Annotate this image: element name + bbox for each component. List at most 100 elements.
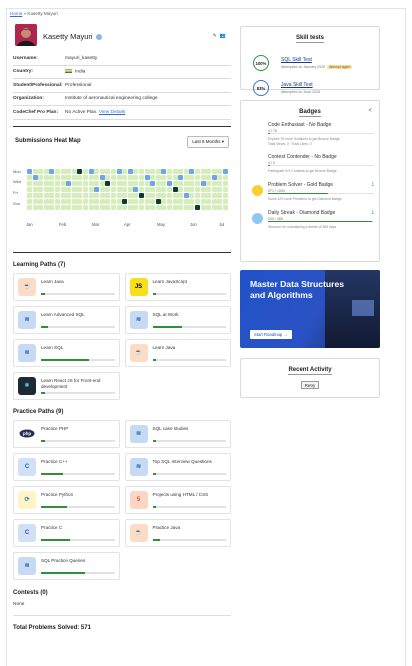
heatmap-cell [195, 192, 200, 198]
users-icon[interactable]: 👥 [220, 33, 229, 39]
heatmap-cell [200, 180, 206, 186]
day-label: Fri [13, 190, 18, 196]
badge-name: Contest Contender - No Badge [268, 154, 337, 160]
heatmap-cell [150, 180, 156, 186]
heatmap-cell [206, 192, 212, 198]
plan-status: No Active Plan. [65, 109, 98, 115]
heatmap-cell [116, 174, 122, 180]
path-card[interactable]: php Practice PHP [13, 419, 120, 448]
attempt-again-button[interactable]: Attempt again [327, 65, 353, 69]
heatmap-cell [167, 205, 172, 211]
path-label: SQL at Work [152, 311, 179, 317]
heatmap-cell [217, 205, 223, 211]
heatmap-cell [223, 174, 228, 180]
heatmap-cell [55, 205, 60, 211]
heatmap-cell [49, 205, 55, 211]
progress-bar [152, 538, 226, 541]
heatmap-cell [150, 186, 156, 192]
heatmap-cell [139, 168, 144, 174]
path-card[interactable]: ⚛ Learn React JS for Front-end developmen… [13, 371, 120, 400]
heatmap-cell [116, 180, 122, 186]
path-card[interactable]: ≋ SQL at Work [124, 305, 231, 334]
path-label: Practice Java [152, 524, 181, 530]
heatmap-cell [178, 168, 184, 174]
heatmap-cell [139, 186, 144, 192]
path-card[interactable]: ☕ Practice Java [124, 518, 231, 547]
heatmap-cell [55, 199, 60, 204]
heatmap-cell [55, 168, 60, 174]
info-row-student: Student/Professional: Professional [13, 79, 231, 93]
heatmap-cell [144, 174, 150, 180]
database-icon: ≋ [18, 343, 36, 362]
promo-banner[interactable]: Master Data Structures and Algorithms St… [240, 270, 380, 348]
breadcrumb-home-link[interactable]: Home [10, 11, 22, 16]
heatmap-cell [206, 180, 212, 186]
badge-medal-icon [252, 213, 263, 224]
caret-down-icon: ▾ [221, 138, 224, 144]
heatmap-cell [200, 192, 206, 198]
badge-item: Problem Solver - Gold Badge 571 / 1000 Sol… [246, 178, 374, 206]
path-card[interactable]: ⟳ Practice Python [13, 485, 120, 514]
path-card[interactable]: ≋ SQL Practice Queries [13, 551, 120, 580]
skill-test-link[interactable]: SQL Skill Test [281, 57, 312, 63]
path-card[interactable]: ☕ Learn Java [13, 272, 120, 301]
heatmap-cell [183, 186, 189, 192]
heatmap-cell [195, 205, 200, 211]
avatar [15, 24, 37, 46]
path-card[interactable]: ☕ Learn Java [124, 338, 231, 367]
database-icon: ≋ [129, 457, 148, 476]
path-card[interactable]: C Practice C [13, 518, 120, 547]
path-card[interactable]: ≋ Learn SQL [13, 338, 120, 367]
path-card[interactable]: ≋ Top SQL Interview Questions [124, 452, 231, 481]
retry-button[interactable]: Retry [301, 381, 319, 389]
heatmap-cell [183, 174, 189, 180]
heatmap-cell [178, 180, 184, 186]
heatmap-cell [195, 180, 200, 186]
heatmap-cell [94, 186, 100, 192]
profile-name-row: Kasetty Mayuri [43, 32, 102, 41]
heatmap-cell [83, 186, 88, 192]
heatmap-cell [139, 199, 144, 204]
heatmap-cell [223, 186, 228, 192]
path-card[interactable]: ≋ SQL case studies [124, 419, 231, 448]
heatmap-cell [55, 186, 60, 192]
path-label: Practice Python [41, 491, 74, 497]
heatmap-cell [144, 192, 150, 198]
download-icon[interactable]: ⤓ [372, 181, 374, 187]
heatmap-cell [122, 192, 128, 198]
period-dropdown[interactable]: Last 6 Months ▾ [187, 135, 229, 148]
recent-activity-heading: Recent Activity [241, 367, 379, 375]
download-icon[interactable]: ⤓ [372, 209, 374, 215]
path-card[interactable]: JS Learn JavaScript [124, 272, 231, 301]
path-label: Practice PHP [41, 425, 69, 431]
heatmap-cell [43, 192, 49, 198]
path-card[interactable]: C Practice C++ [13, 452, 120, 481]
skill-test-link[interactable]: Java Skill Test [281, 82, 313, 88]
heatmap-cell [83, 174, 88, 180]
start-roadmap-button[interactable]: Start Roadmap → [250, 330, 292, 339]
heatmap-cell [83, 168, 88, 174]
badge-medal-icon [252, 157, 263, 168]
heatmap-cell [38, 199, 44, 204]
heatmap-cell [223, 180, 228, 186]
share-icon[interactable]: < [368, 108, 372, 114]
view-details-link[interactable]: View Details [99, 110, 125, 115]
heatmap-cell [217, 199, 223, 204]
heatmap-cell [38, 180, 44, 186]
path-card[interactable]: 5 Projects using HTML / CSS [124, 485, 231, 514]
progress-fill [41, 439, 45, 442]
progress-bar [41, 439, 115, 442]
heatmap-cell [161, 192, 167, 198]
heatmap-cell [144, 168, 150, 174]
path-card[interactable]: ≋ Learn Advanced SQL [13, 305, 120, 334]
heatmap-cell [71, 205, 77, 211]
progress-bar [152, 358, 226, 361]
heatmap-cell [206, 186, 212, 192]
heatmap-cell [32, 174, 38, 180]
edit-icon[interactable]: ✎ [213, 33, 220, 39]
heatmap-cell [49, 199, 55, 204]
heatmap-section: Submissions Heat Map Last 6 Months ▾ Mon… [13, 133, 231, 253]
heatmap-cell [223, 192, 228, 198]
heatmap-cell [172, 168, 178, 174]
java-icon: ☕ [18, 277, 36, 296]
